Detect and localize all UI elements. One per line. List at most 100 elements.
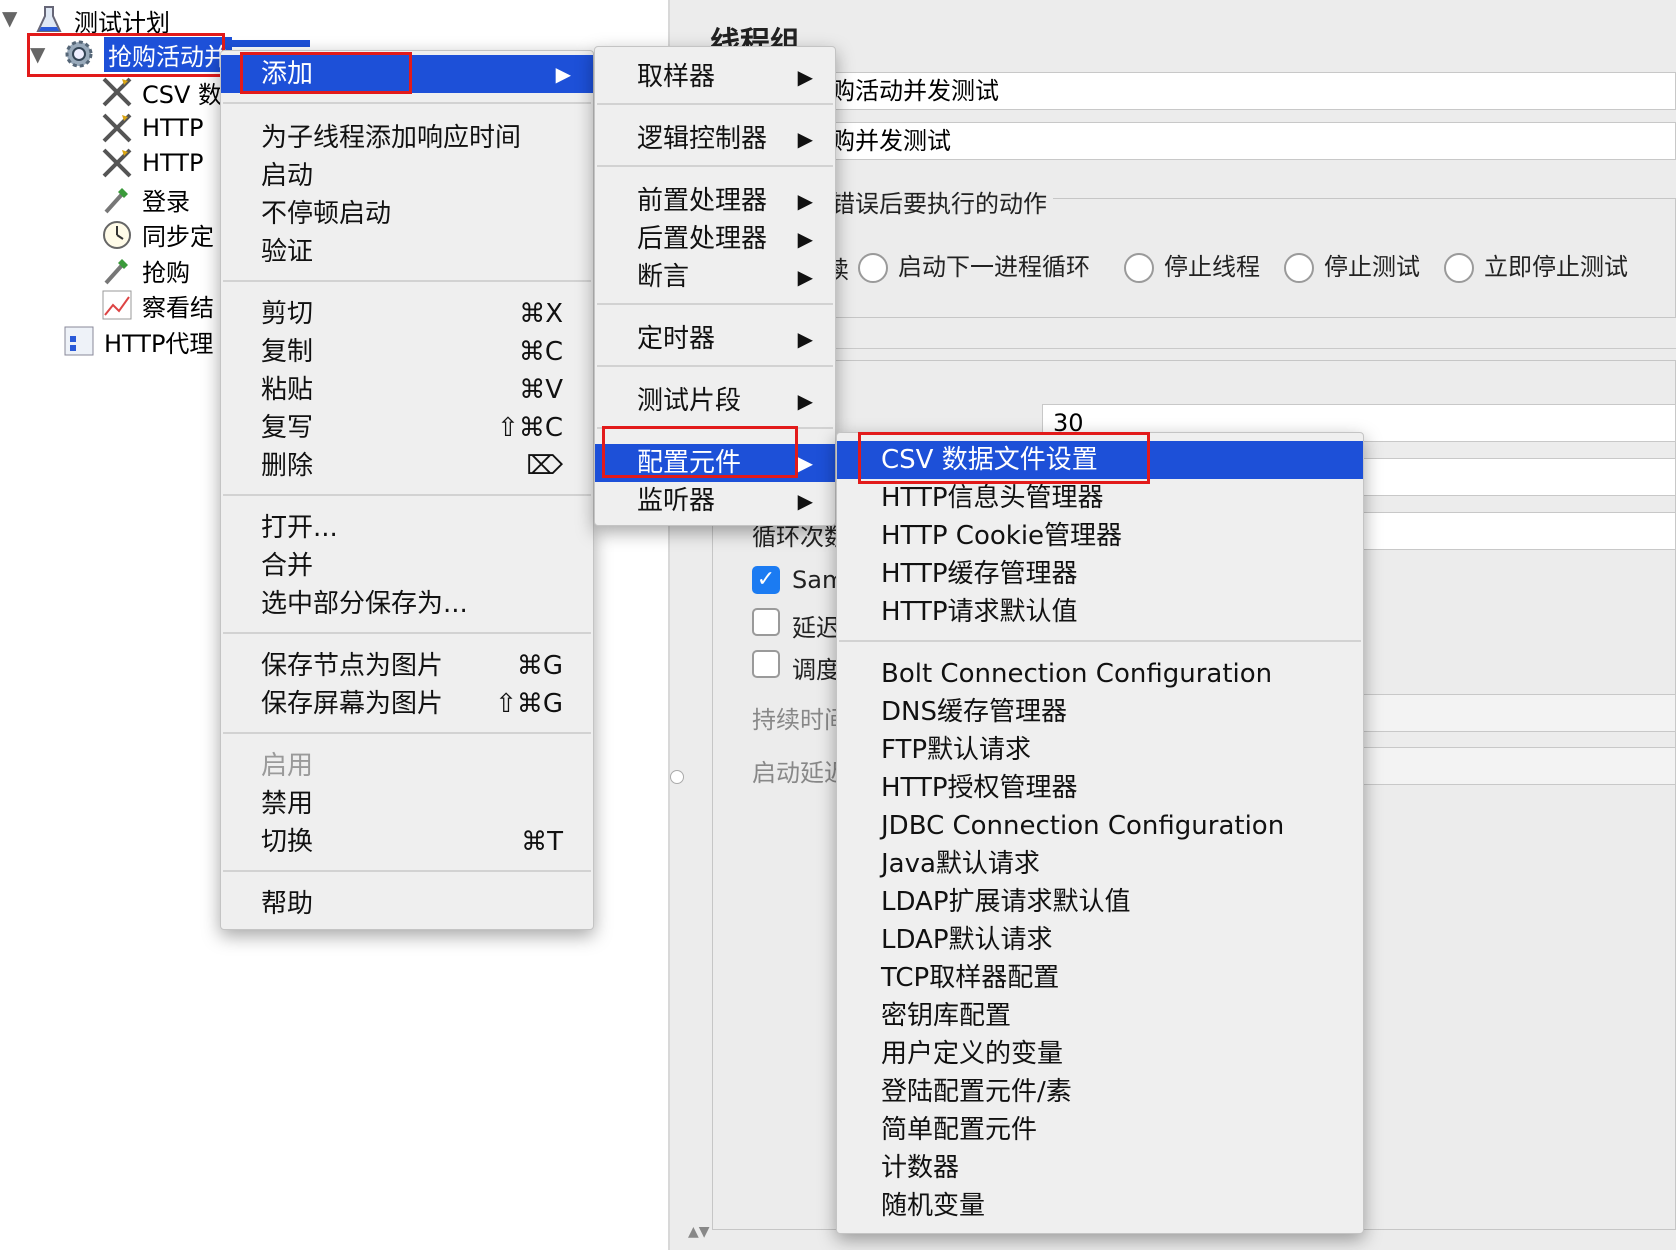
tree-item-http-header[interactable]: HTTP [100, 110, 203, 146]
menu-item-counter[interactable]: 计数器 [837, 1149, 1363, 1187]
separator [597, 103, 833, 105]
scheduler-label: 调度 [792, 656, 840, 684]
tree-item-label: 同步定 [142, 222, 214, 251]
menu-item-simple-config[interactable]: 简单配置元件 [837, 1111, 1363, 1149]
menu-item-validate[interactable]: 验证 [221, 233, 593, 271]
menu-item-cut[interactable]: 剪切 ⌘X [221, 295, 593, 333]
menu-item-http-header-manager[interactable]: HTTP信息头管理器 [837, 479, 1363, 517]
separator [597, 303, 833, 305]
radio-stop-test-now[interactable]: 立即停止测试 [1444, 247, 1628, 283]
delete-key-icon: ⌦ [526, 451, 563, 481]
tree-item-label: 抢购 [142, 258, 190, 287]
menu-item-delete[interactable]: 删除 ⌦ [221, 447, 593, 485]
tree-item-purchase[interactable]: 抢购 [100, 252, 190, 288]
pipette-icon [100, 182, 134, 216]
menu-item-ftp-defaults[interactable]: FTP默认请求 [837, 731, 1363, 769]
menu-item-help[interactable]: 帮助 [221, 885, 593, 923]
radio-start-next-loop[interactable]: 启动下一进程循环 [858, 247, 1090, 283]
menu-item-http-auth-manager[interactable]: HTTP授权管理器 [837, 769, 1363, 807]
tree-item-csv[interactable]: CSV 数 [100, 74, 222, 110]
tree-item-login[interactable]: 登录 [100, 181, 190, 217]
menu-item-ldap-defaults[interactable]: LDAP默认请求 [837, 921, 1363, 959]
menu-item-start-no-pause[interactable]: 不停顿启动 [221, 195, 593, 233]
menu-item-bolt-connection[interactable]: Bolt Connection Configuration [837, 655, 1363, 693]
menu-item-add-response-time[interactable]: 为子线程添加响应时间 [221, 119, 593, 157]
radio-stop-test[interactable]: 停止测试 [1284, 247, 1420, 283]
timer-icon [100, 217, 134, 251]
menu-item-assertion[interactable]: 断言 ▶ [595, 258, 835, 296]
delay-label: 延迟 [792, 614, 840, 642]
menu-item-toggle[interactable]: 切换 ⌘T [221, 823, 593, 861]
menu-item-listener[interactable]: 监听器 ▶ [595, 482, 835, 520]
menu-item-user-defined-variables[interactable]: 用户定义的变量 [837, 1035, 1363, 1073]
radio-circle[interactable] [1284, 253, 1314, 283]
menu-item-http-cache-manager[interactable]: HTTP缓存管理器 [837, 555, 1363, 593]
tree-item-label: CSV 数 [142, 80, 223, 109]
collapse-triangle-icon[interactable]: ▼ [2, 6, 17, 30]
menu-item-random-variable[interactable]: 随机变量 [837, 1187, 1363, 1225]
menu-item-copy[interactable]: 复制 ⌘C [221, 333, 593, 371]
scroll-arrows-icon[interactable]: ▲▼ [688, 1224, 710, 1240]
menu-item-sampler[interactable]: 取样器 ▶ [595, 58, 835, 96]
menu-item-save-node-image[interactable]: 保存节点为图片 ⌘G [221, 647, 593, 685]
menu-item-tcp-sampler-config[interactable]: TCP取样器配置 [837, 959, 1363, 997]
wrench-icon [100, 75, 134, 109]
tree-item-view-results[interactable]: 察看结 [100, 287, 214, 323]
radio-circle[interactable] [858, 253, 888, 283]
menu-item-open[interactable]: 打开... [221, 509, 593, 547]
radio-stop-thread[interactable]: 停止线程 [1124, 247, 1260, 283]
separator [223, 494, 591, 496]
submenu-arrow-icon: ▶ [797, 327, 813, 351]
menu-item-http-cookie-manager[interactable]: HTTP Cookie管理器 [837, 517, 1363, 555]
submenu-arrow-icon: ▶ [797, 451, 813, 475]
tree-item-label: 察看结 [142, 293, 214, 322]
menu-item-disable[interactable]: 禁用 [221, 785, 593, 823]
tree-item-sync-timer[interactable]: 同步定 [100, 216, 214, 252]
separator [223, 732, 591, 734]
startup-delay-label: 启动延迟 [752, 759, 848, 787]
separator [839, 640, 1361, 642]
comment-field[interactable]: 购并发测试 [820, 122, 1676, 160]
scheduler-checkbox[interactable] [752, 650, 780, 678]
tree-item-http-cookie[interactable]: HTTP [100, 145, 203, 181]
menu-item-timer[interactable]: 定时器 ▶ [595, 320, 835, 358]
radio-circle[interactable] [1444, 253, 1474, 283]
menu-item-save-screen-image[interactable]: 保存屏幕为图片 ⇧⌘G [221, 685, 593, 723]
menu-item-keystore-config[interactable]: 密钥库配置 [837, 997, 1363, 1035]
menu-item-merge[interactable]: 合并 [221, 547, 593, 585]
config-element-submenu: CSV 数据文件设置 HTTP信息头管理器 HTTP Cookie管理器 HTT… [836, 432, 1364, 1234]
proxy-icon [62, 324, 96, 358]
context-menu: 添加 ▶ 为子线程添加响应时间 启动 不停顿启动 验证 剪切 ⌘X 复制 ⌘C 粘贴… [220, 50, 594, 930]
menu-item-save-selection-as[interactable]: 选中部分保存为... [221, 585, 593, 623]
radio-circle[interactable] [1124, 253, 1154, 283]
tree-item-http-proxy[interactable]: HTTP代理 [62, 323, 213, 359]
separator [597, 365, 833, 367]
highlight-box [602, 426, 798, 478]
menu-item-java-defaults[interactable]: Java默认请求 [837, 845, 1363, 883]
separator [223, 102, 591, 104]
menu-item-ldap-extended-defaults[interactable]: LDAP扩展请求默认值 [837, 883, 1363, 921]
menu-item-paste[interactable]: 粘贴 ⌘V [221, 371, 593, 409]
menu-item-dns-cache-manager[interactable]: DNS缓存管理器 [837, 693, 1363, 731]
divider [690, 348, 1676, 349]
menu-item-login-config[interactable]: 登陆配置元件/素 [837, 1073, 1363, 1111]
menu-item-logic-controller[interactable]: 逻辑控制器 ▶ [595, 120, 835, 158]
menu-item-duplicate[interactable]: 复写 ⇧⌘C [221, 409, 593, 447]
same-user-checkbox[interactable]: ✓ [752, 566, 780, 594]
menu-item-start[interactable]: 启动 [221, 157, 593, 195]
menu-item-pre-processor[interactable]: 前置处理器 ▶ [595, 182, 835, 220]
menu-item-jdbc-connection[interactable]: JDBC Connection Configuration [837, 807, 1363, 845]
separator [223, 280, 591, 282]
submenu-arrow-icon: ▶ [797, 127, 813, 151]
menu-item-http-request-defaults[interactable]: HTTP请求默认值 [837, 593, 1363, 631]
graph-icon [100, 288, 134, 322]
separator [597, 165, 833, 167]
tree-item-label: HTTP代理 [104, 329, 214, 358]
menu-item-test-fragment[interactable]: 测试片段 ▶ [595, 382, 835, 420]
menu-item-post-processor[interactable]: 后置处理器 ▶ [595, 220, 835, 258]
splitter-handle[interactable] [670, 770, 684, 784]
delay-checkbox[interactable] [752, 608, 780, 636]
name-field[interactable]: 购活动并发测试 [820, 72, 1676, 110]
menu-item-enable: 启用 [261, 751, 314, 781]
wrench-icon [100, 111, 134, 145]
